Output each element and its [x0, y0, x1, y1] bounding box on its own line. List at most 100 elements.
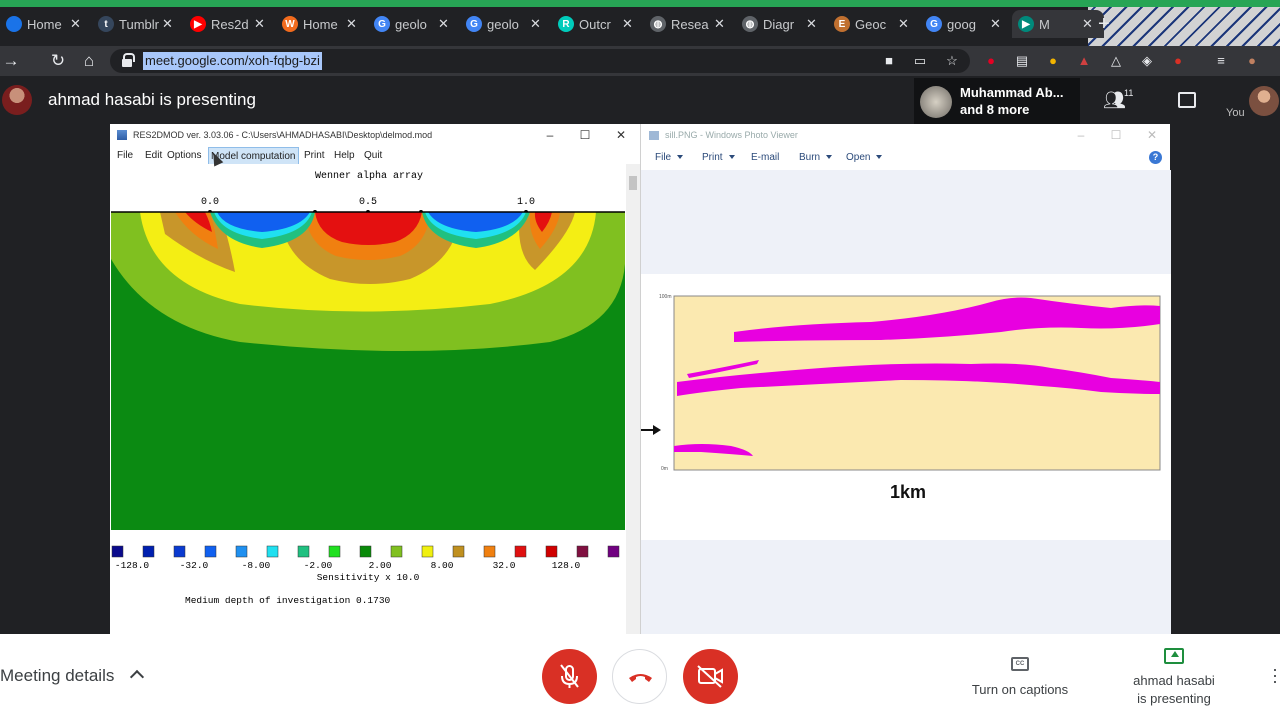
- scrollbar-thumb[interactable]: [629, 176, 637, 190]
- reading-list-icon[interactable]: ≡: [1212, 52, 1230, 70]
- pdf-extension-icon[interactable]: ▲: [1075, 52, 1093, 70]
- browser-tab[interactable]: Home ✕: [0, 10, 92, 38]
- chat-icon[interactable]: [1178, 92, 1196, 108]
- more-options-icon[interactable]: · · ·: [1272, 660, 1278, 690]
- reload-icon[interactable]: ↻: [47, 50, 69, 72]
- camera-blocked-icon[interactable]: ■: [880, 52, 898, 70]
- meet-icon: ▶: [1018, 16, 1034, 32]
- pv-close-icon[interactable]: ✕: [1144, 127, 1160, 143]
- pv-menu-e-mail[interactable]: E-mail: [751, 152, 779, 163]
- browser-tab[interactable]: t Tumblr ✕: [92, 10, 184, 38]
- pv-menu-label: Open: [846, 152, 871, 163]
- menu-item-quit[interactable]: Quit: [362, 147, 384, 164]
- drive-extension-icon[interactable]: △: [1107, 52, 1125, 70]
- tab-close-icon[interactable]: ✕: [530, 16, 546, 32]
- tab-label: Home: [303, 16, 338, 32]
- bookmark-star-icon[interactable]: ☆: [943, 52, 961, 70]
- tab-close-icon[interactable]: ✕: [254, 16, 270, 32]
- participant-tile[interactable]: Muhammad Ab... and 8 more: [914, 78, 1080, 124]
- menu-item-options[interactable]: Options: [165, 147, 203, 164]
- legend-swatch: [297, 545, 310, 558]
- tab-close-icon[interactable]: ✕: [346, 16, 362, 32]
- pv-menu-file[interactable]: File: [655, 152, 684, 163]
- pv-menu-label: File: [655, 152, 672, 163]
- tab-label: Geoc: [855, 16, 887, 32]
- mega-extension-icon[interactable]: ●: [1169, 52, 1187, 70]
- menu-item-help[interactable]: Help: [332, 147, 357, 164]
- pv-menu-burn[interactable]: Burn: [799, 152, 833, 163]
- tab-label: Diagr: [763, 16, 795, 32]
- legend-value: -128.0: [115, 560, 150, 571]
- tab-strip-accent: [0, 0, 1280, 7]
- camera-toggle-button[interactable]: [683, 649, 738, 704]
- people-icon[interactable]: 👥︎: [1103, 90, 1126, 111]
- captions-icon[interactable]: CC: [1011, 657, 1029, 671]
- browser-tab[interactable]: ▶ Res2d ✕: [184, 10, 276, 38]
- tab-close-icon[interactable]: ✕: [162, 16, 178, 32]
- profile-avatar-icon[interactable]: ●: [1243, 52, 1261, 70]
- people-count: 11: [1124, 88, 1134, 98]
- tab-close-icon[interactable]: ✕: [438, 16, 454, 32]
- browser-tab[interactable]: E Geoc ✕: [828, 10, 920, 38]
- image-axis-top: 100m: [659, 294, 672, 300]
- minimize-icon[interactable]: –: [542, 127, 558, 143]
- url-text[interactable]: meet.google.com/xoh-fqbg-bzi: [143, 52, 322, 70]
- presenting-status[interactable]: ahmad hasabi is presenting: [1116, 672, 1232, 708]
- presenting-status-name: ahmad hasabi: [1133, 673, 1215, 688]
- x-tick-label: 1.0: [517, 197, 535, 208]
- tab-close-icon[interactable]: ✕: [1082, 16, 1098, 32]
- menu-item-print[interactable]: Print: [302, 147, 327, 164]
- home-icon[interactable]: ⌂: [78, 50, 100, 72]
- legend-swatch: [266, 545, 279, 558]
- shield-extension-icon[interactable]: ◈: [1138, 52, 1156, 70]
- browser-tab[interactable]: ▶ M ✕: [1012, 10, 1104, 38]
- present-screen-icon[interactable]: [1164, 648, 1184, 664]
- cast-icon[interactable]: ▭: [911, 52, 929, 70]
- maximize-icon[interactable]: ☐: [577, 127, 593, 143]
- forward-icon[interactable]: →: [0, 50, 22, 72]
- browser-tab-strip: Home ✕ t Tumblr ✕ ▶ Res2d ✕ W Home ✕ Ggeolo ✕ Ggeolo ✕…: [0, 0, 1280, 46]
- pv-menu-print[interactable]: Print: [702, 152, 735, 163]
- browser-tab[interactable]: Ggeolo ✕: [368, 10, 460, 38]
- self-view-thumbnail[interactable]: [1249, 86, 1279, 116]
- tab-close-icon[interactable]: ✕: [622, 16, 638, 32]
- tab-close-icon[interactable]: ✕: [70, 16, 86, 32]
- pv-menu-open[interactable]: Open: [846, 152, 883, 163]
- participant-more: and 8 more: [960, 102, 1030, 117]
- pinterest-extension-icon[interactable]: ●: [982, 52, 1000, 70]
- lock-icon[interactable]: [122, 53, 135, 67]
- you-label: You: [1226, 107, 1245, 119]
- captions-button-label[interactable]: Turn on captions: [962, 681, 1078, 699]
- encyclopedia-icon: E: [834, 16, 850, 32]
- browser-tab[interactable]: R Outcr ✕: [552, 10, 644, 38]
- tab-close-icon[interactable]: ✕: [714, 16, 730, 32]
- google-icon: G: [466, 16, 482, 32]
- leave-call-button[interactable]: [612, 649, 667, 704]
- help-icon[interactable]: ?: [1149, 151, 1162, 164]
- microphone-toggle-button[interactable]: [542, 649, 597, 704]
- browser-tab[interactable]: Ggeolo ✕: [460, 10, 552, 38]
- close-icon[interactable]: ✕: [613, 127, 629, 143]
- address-bar[interactable]: meet.google.com/xoh-fqbg-bzi: [110, 49, 970, 73]
- new-tab-button[interactable]: +: [1098, 13, 1110, 36]
- browser-tab[interactable]: W Home ✕: [276, 10, 368, 38]
- browser-tab[interactable]: ◍ Resea ✕: [644, 10, 736, 38]
- tab-close-icon[interactable]: ✕: [990, 16, 1006, 32]
- meeting-details-button[interactable]: Meeting details: [0, 666, 114, 686]
- vertical-scrollbar[interactable]: [626, 164, 640, 634]
- tab-close-icon[interactable]: ✕: [806, 16, 822, 32]
- extension-icon[interactable]: ●: [1044, 52, 1062, 70]
- legend-value: 128.0: [552, 560, 581, 571]
- legend-swatch: [328, 545, 341, 558]
- menu-item-edit[interactable]: Edit: [143, 147, 164, 164]
- legend-swatch: [204, 545, 217, 558]
- tab-close-icon[interactable]: ✕: [898, 16, 914, 32]
- pv-maximize-icon[interactable]: ☐: [1108, 127, 1124, 143]
- pv-minimize-icon[interactable]: –: [1073, 127, 1089, 143]
- reader-extension-icon[interactable]: ▤: [1013, 52, 1031, 70]
- menu-item-file[interactable]: File: [115, 147, 135, 164]
- previous-image-arrow-icon[interactable]: [641, 423, 661, 437]
- tab-label: Resea: [671, 16, 709, 32]
- browser-tab[interactable]: Ggoog ✕: [920, 10, 1012, 38]
- browser-tab[interactable]: ◍ Diagr ✕: [736, 10, 828, 38]
